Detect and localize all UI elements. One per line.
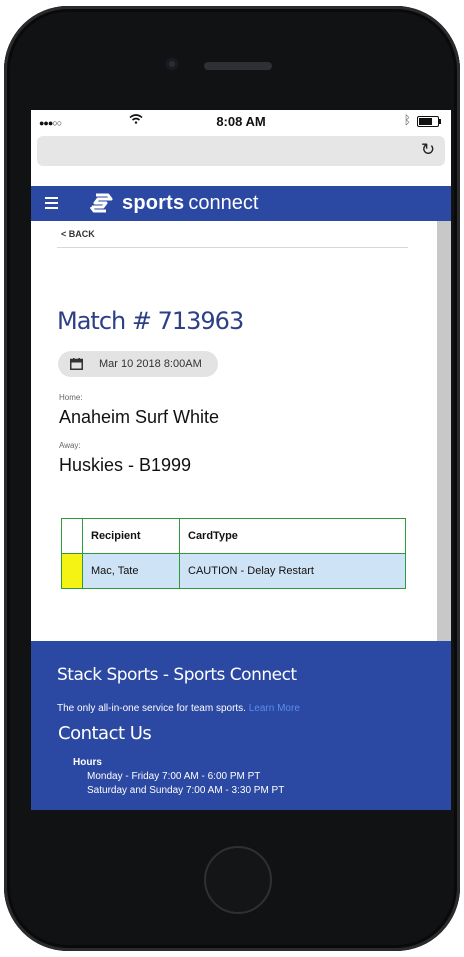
divider — [57, 247, 408, 248]
date-badge: Mar 10 2018 8:00AM — [58, 351, 218, 377]
hours-weekday: Monday - Friday 7:00 AM - 6:00 PM PT — [87, 771, 261, 782]
match-content: < BACK Match # 713963 Mar 10 2018 8:00AM… — [31, 221, 437, 641]
speaker-grille — [204, 62, 272, 70]
yellow-card-cell — [61, 553, 83, 589]
table-row: Mac, Tate CAUTION - Delay Restart — [61, 553, 406, 589]
calendar-icon — [70, 358, 83, 370]
camera-icon — [166, 58, 178, 70]
away-label: Away: — [59, 441, 81, 450]
site-footer: Stack Sports - Sports Connect The only a… — [31, 641, 451, 810]
learn-more-link[interactable]: Learn More — [249, 703, 300, 714]
bluetooth-icon: ᛒ — [403, 113, 411, 127]
phone-frame: ●●●○○ 8:08 AM ᛒ ↻ sports connect < BACK … — [4, 6, 460, 951]
app-header: sports connect — [31, 186, 451, 221]
logo-mark-icon — [89, 193, 113, 213]
reload-icon[interactable]: ↻ — [417, 139, 439, 161]
table-header-row: Recipient CardType — [61, 518, 406, 554]
status-bar: ●●●○○ 8:08 AM ᛒ — [31, 110, 451, 132]
scrollbar[interactable] — [437, 221, 451, 641]
footer-title: Stack Sports - Sports Connect — [57, 665, 297, 685]
footer-tagline: The only all-in-one service for team spo… — [57, 703, 300, 714]
match-date: Mar 10 2018 8:00AM — [99, 358, 202, 370]
clock: 8:08 AM — [216, 114, 266, 129]
home-button[interactable] — [204, 846, 272, 914]
home-team: Anaheim Surf White — [59, 407, 220, 427]
away-team: Huskies - B1999 — [59, 455, 192, 475]
battery-icon — [417, 116, 441, 127]
contact-title: Contact Us — [58, 723, 152, 744]
cards-table: Recipient CardType Mac, Tate CAUTION - D… — [61, 518, 406, 589]
hours-label: Hours — [73, 757, 102, 768]
recipient-cell: Mac, Tate — [82, 553, 180, 589]
home-label: Home: — [59, 393, 83, 402]
hamburger-menu-icon[interactable] — [45, 197, 58, 212]
logo-text-light: connect — [188, 191, 259, 214]
logo-text-bold: sports — [122, 191, 185, 214]
column-header-card — [61, 518, 83, 554]
column-header-cardtype: CardType — [179, 518, 406, 554]
phone-screen: ●●●○○ 8:08 AM ᛒ ↻ sports connect < BACK … — [31, 110, 451, 810]
cardtype-cell: CAUTION - Delay Restart — [179, 553, 406, 589]
hours-weekend: Saturday and Sunday 7:00 AM - 3:30 PM PT — [87, 785, 285, 796]
address-bar[interactable]: ↻ — [37, 136, 445, 166]
page-title: Match # 713963 — [57, 307, 244, 335]
sports-connect-logo[interactable]: sports connect — [88, 189, 258, 217]
back-link[interactable]: < BACK — [61, 229, 95, 239]
tagline-text: The only all-in-one service for team spo… — [57, 703, 246, 714]
column-header-recipient: Recipient — [82, 518, 180, 554]
